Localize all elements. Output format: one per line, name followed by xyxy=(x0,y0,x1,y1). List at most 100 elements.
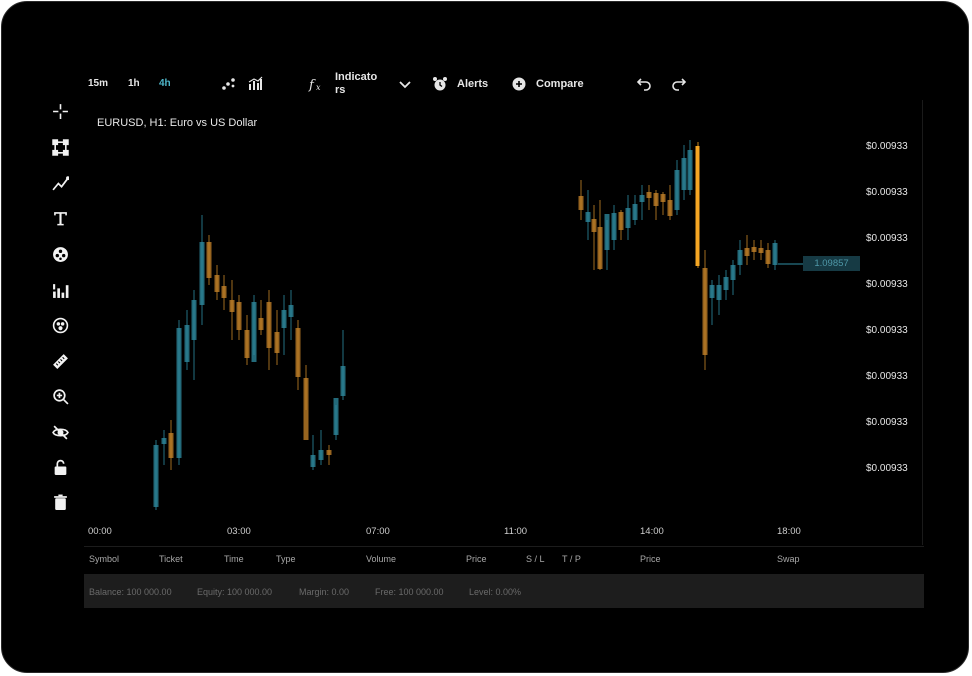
indicators-label[interactable]: Indicators xyxy=(335,71,379,97)
candle-body xyxy=(597,227,603,269)
function-icon[interactable]: fx xyxy=(306,74,326,94)
margin-level-value: Level: 0.00% xyxy=(469,587,522,597)
candle-body xyxy=(632,204,638,220)
col-symbol[interactable]: Symbol xyxy=(89,554,119,564)
candle-body xyxy=(310,455,316,467)
candle-body xyxy=(340,366,346,396)
trend-line-icon[interactable] xyxy=(50,173,70,193)
svg-text:x: x xyxy=(316,83,321,92)
redo-icon[interactable] xyxy=(669,74,689,94)
candle-body xyxy=(723,277,729,290)
price-axis-line xyxy=(922,100,923,545)
chart-toolbar: 15m 1h 4h fx Indicators Alerts Compare xyxy=(2,68,968,102)
balance-value: Balance: 100 000.00 xyxy=(89,587,172,597)
candle-body xyxy=(737,250,743,265)
candle-body xyxy=(716,285,722,300)
candle-body xyxy=(758,248,764,253)
price-tick: $0.00933 xyxy=(866,233,908,244)
candle-body xyxy=(206,242,212,278)
candle-body xyxy=(667,200,673,216)
zoom-in-icon[interactable] xyxy=(50,386,70,406)
text-icon[interactable] xyxy=(50,208,70,228)
col-time[interactable]: Time xyxy=(224,554,244,564)
candle-body xyxy=(236,302,242,330)
candle-body xyxy=(702,268,708,355)
col-type[interactable]: Type xyxy=(276,554,296,564)
candle-body xyxy=(604,214,610,250)
account-summary-bar: Balance: 100 000.00 Equity: 100 000.00 M… xyxy=(84,574,924,608)
candle-body xyxy=(176,328,182,458)
equity-value: Equity: 100 000.00 xyxy=(197,587,273,597)
svg-text:f: f xyxy=(308,78,316,92)
candle-body xyxy=(653,193,659,206)
candle-body xyxy=(274,332,280,353)
candle-body xyxy=(318,450,324,460)
undo-icon[interactable] xyxy=(634,74,654,94)
col-current-price[interactable]: Price xyxy=(640,554,661,564)
candle-body xyxy=(191,300,197,340)
candle-body xyxy=(744,248,750,256)
ruler-icon[interactable] xyxy=(50,351,70,371)
timeframe-15m[interactable]: 15m xyxy=(88,78,108,89)
crosshair-icon[interactable] xyxy=(50,101,70,121)
emoji-icon[interactable] xyxy=(50,315,70,335)
candle-body xyxy=(153,445,159,507)
chevron-down-icon[interactable] xyxy=(395,74,415,94)
candle-body xyxy=(288,305,294,317)
alarm-clock-icon[interactable] xyxy=(430,74,450,94)
col-volume[interactable]: Volume xyxy=(366,554,396,564)
time-tick: 07:00 xyxy=(366,526,390,537)
col-take-profit[interactable]: T / P xyxy=(562,554,581,564)
candle-body xyxy=(326,450,332,455)
candlestick-chart[interactable] xyxy=(84,100,926,545)
candle-body xyxy=(333,398,339,435)
free-margin-value: Free: 100 000.00 xyxy=(375,587,444,597)
candle-body xyxy=(578,196,584,210)
candle-body xyxy=(681,158,687,190)
col-swap[interactable]: Swap xyxy=(777,554,800,564)
compare-button[interactable]: Compare xyxy=(536,78,584,90)
candle-body xyxy=(214,275,220,292)
time-tick: 03:00 xyxy=(227,526,251,537)
alerts-button[interactable]: Alerts xyxy=(457,78,488,90)
trash-icon[interactable] xyxy=(50,492,70,512)
margin-value: Margin: 0.00 xyxy=(299,587,350,597)
eye-off-icon[interactable] xyxy=(50,422,70,442)
candle-body xyxy=(695,146,700,266)
col-price[interactable]: Price xyxy=(466,554,487,564)
candle-body xyxy=(168,433,174,458)
scatter-chart-icon[interactable] xyxy=(219,74,239,94)
candle-body xyxy=(709,285,715,298)
positions-table-header: Symbol Ticket Time Type Volume Price S /… xyxy=(84,546,924,575)
candle-body xyxy=(221,286,227,298)
shape-nodes-icon[interactable] xyxy=(50,137,70,157)
col-ticket[interactable]: Ticket xyxy=(159,554,183,564)
candle-body xyxy=(161,438,167,444)
candle-chart-icon[interactable] xyxy=(245,74,265,94)
candle-body xyxy=(591,219,597,232)
timeframe-4h[interactable]: 4h xyxy=(159,78,171,89)
candle-body xyxy=(618,212,624,230)
price-tick: $0.00933 xyxy=(866,417,908,428)
candle-body xyxy=(244,330,250,358)
candle-body xyxy=(229,300,235,312)
price-tick: $0.00933 xyxy=(866,279,908,290)
time-tick: 11:00 xyxy=(504,526,528,537)
candle-body xyxy=(184,325,190,362)
candle-body xyxy=(730,265,736,280)
candle-body xyxy=(625,208,631,228)
col-stop-loss[interactable]: S / L xyxy=(526,554,545,564)
timeframe-1h[interactable]: 1h xyxy=(128,78,140,89)
lock-icon[interactable] xyxy=(50,457,70,477)
time-tick: 00:00 xyxy=(88,526,112,537)
candle-body xyxy=(199,242,205,305)
candle-body xyxy=(251,302,257,362)
candle-body xyxy=(611,213,617,240)
candle-body xyxy=(765,250,771,264)
candle-body xyxy=(266,302,272,348)
bars-indicator-icon[interactable] xyxy=(50,280,70,300)
price-tick: $0.00933 xyxy=(866,141,908,152)
candle-body xyxy=(303,378,309,440)
pattern-icon[interactable] xyxy=(50,244,70,264)
plus-circle-icon[interactable] xyxy=(509,74,529,94)
